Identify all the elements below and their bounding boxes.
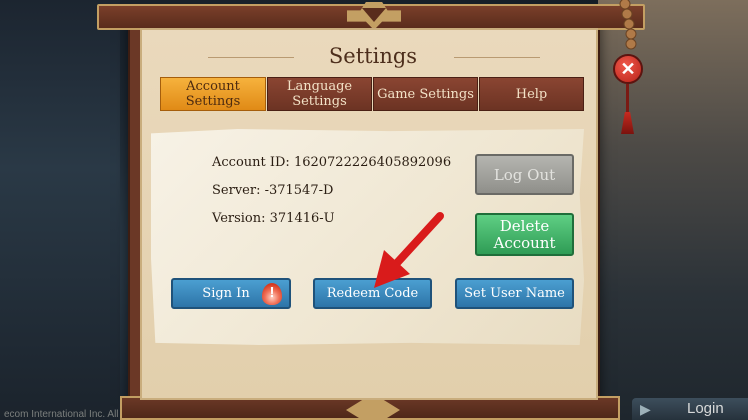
- title-divider-right: [454, 57, 540, 58]
- login-arrow-icon: ▶: [640, 401, 651, 417]
- tab-label: Help: [515, 86, 548, 102]
- exclamation-mark-icon: !: [269, 284, 275, 301]
- tab-language-settings[interactable]: Language Settings: [267, 77, 372, 111]
- log-out-button[interactable]: Log Out: [475, 154, 574, 195]
- red-arrow-annotation-icon: [374, 212, 444, 288]
- tab-label: Language Settings: [286, 79, 353, 109]
- delete-account-button[interactable]: Delete Account: [475, 213, 574, 256]
- set-user-name-label: Set User Name: [464, 286, 565, 301]
- background-left-scenery: [0, 0, 120, 420]
- page-title: Settings: [328, 44, 418, 68]
- log-out-label: Log Out: [493, 165, 556, 184]
- sign-in-label: Sign In: [202, 286, 250, 301]
- set-user-name-button[interactable]: Set User Name: [455, 278, 574, 309]
- tab-label: Game Settings: [377, 86, 474, 102]
- login-button[interactable]: ▶ Login: [632, 398, 748, 420]
- login-label: Login: [687, 400, 724, 417]
- close-icon: ✕: [620, 58, 636, 79]
- tassel-cord: [626, 84, 629, 114]
- tab-account-settings[interactable]: Account Settings: [160, 77, 266, 111]
- tab-game-settings[interactable]: Game Settings: [373, 77, 478, 111]
- tab-label: Account Settings: [185, 79, 241, 109]
- title-divider-left: [208, 57, 294, 58]
- delete-account-label: Delete Account: [493, 216, 556, 252]
- server-text: Server: -371547-D: [212, 183, 334, 198]
- version-text: Version: 371416-U: [212, 211, 335, 226]
- account-id-text: Account ID: 1620722226405892096: [212, 155, 452, 170]
- tab-help[interactable]: Help: [479, 77, 584, 111]
- prayer-beads-decoration: [619, 0, 637, 50]
- close-button[interactable]: ✕: [613, 54, 643, 84]
